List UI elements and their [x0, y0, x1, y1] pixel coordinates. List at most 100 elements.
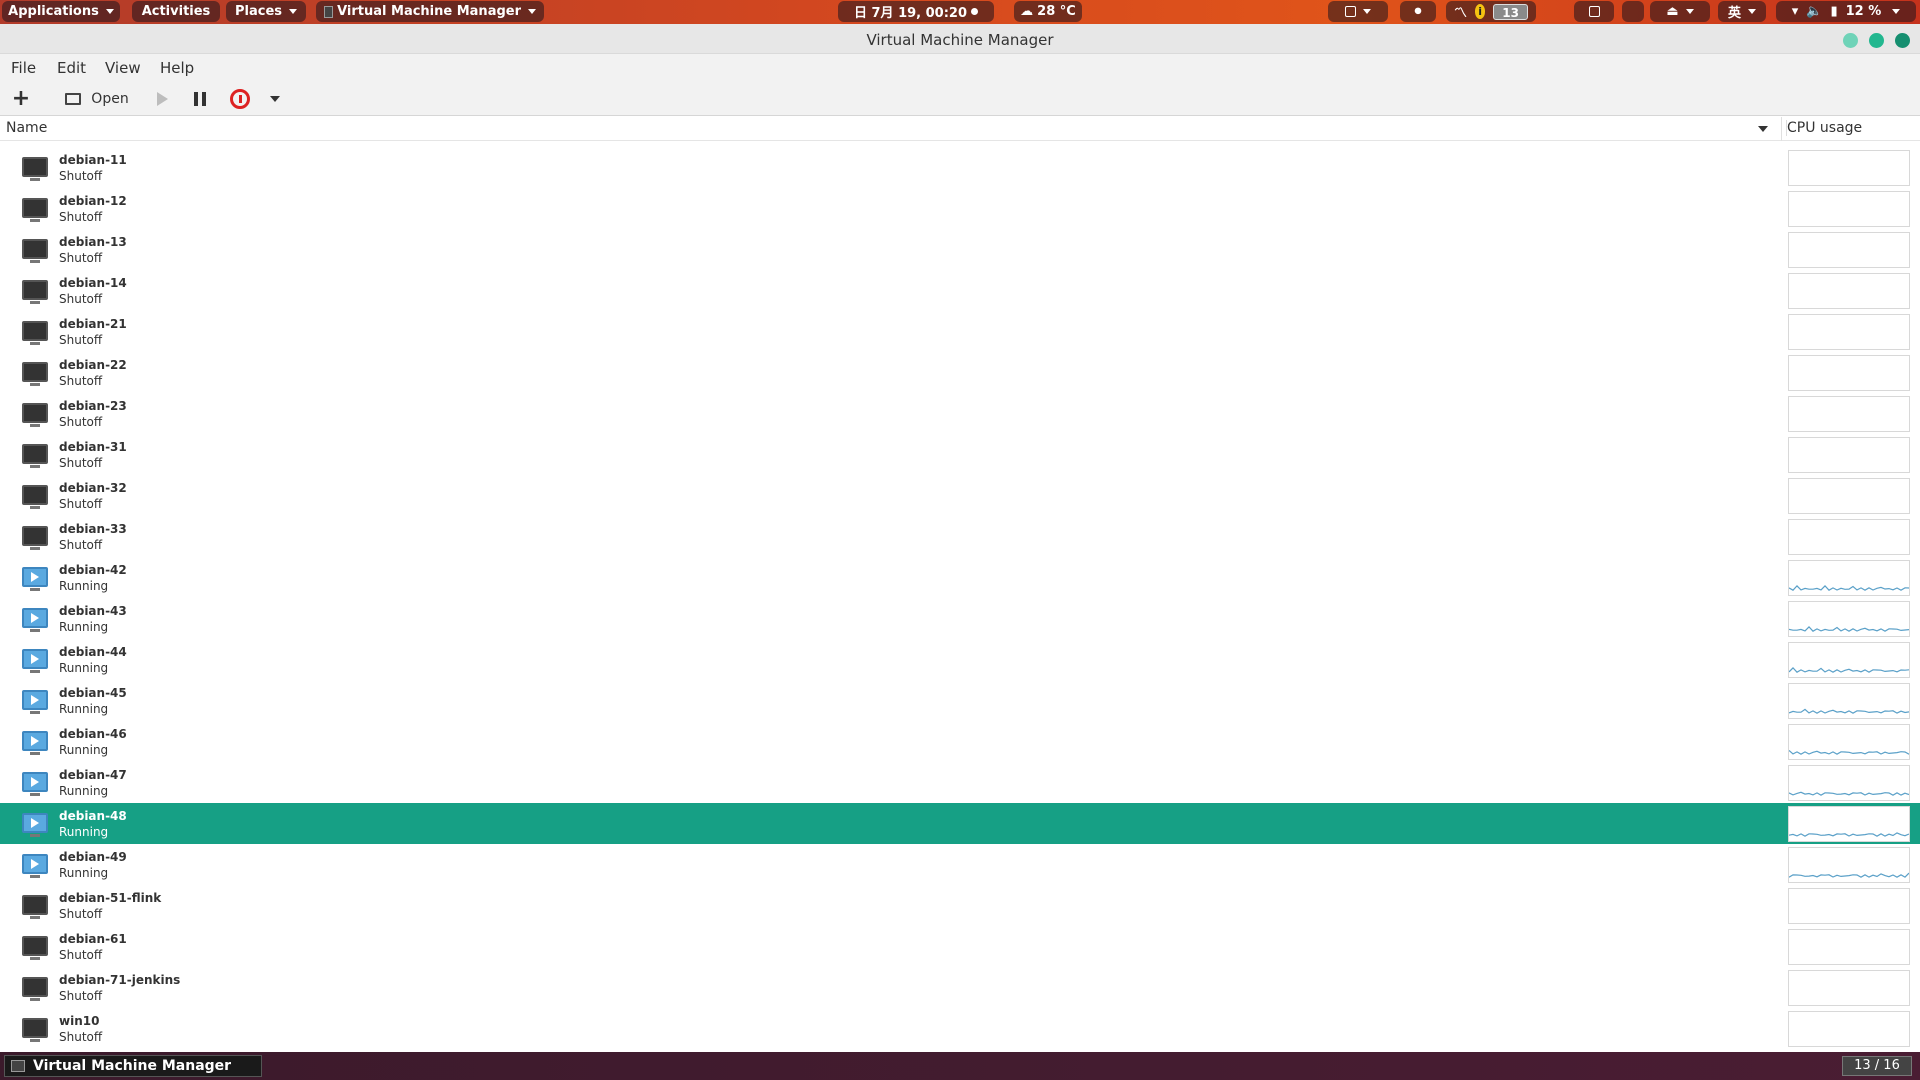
vm-name: debian-71-jenkins: [59, 973, 181, 987]
vm-shutoff-icon: [22, 895, 48, 915]
maximize-button[interactable]: [1869, 33, 1884, 48]
vm-row[interactable]: debian-31 Shutoff: [0, 434, 1920, 475]
vm-status: Running: [59, 702, 109, 716]
monitor-stand-icon: [30, 670, 40, 673]
chevron-down-icon: [1748, 9, 1756, 14]
vm-row[interactable]: debian-51-flink Shutoff: [0, 885, 1920, 926]
taskbar-window-button[interactable]: Virtual Machine Manager: [4, 1055, 262, 1077]
vm-row[interactable]: debian-43 Running: [0, 598, 1920, 639]
activities-button[interactable]: Activities: [132, 1, 220, 22]
vm-list: debian-11 Shutoff debian-12 Shutoff debian-1…: [0, 147, 1920, 1051]
system-status-menu[interactable]: ▾ 🔈 ▮ 12 %: [1776, 1, 1916, 22]
vm-row[interactable]: debian-14 Shutoff: [0, 270, 1920, 311]
menu-file[interactable]: File: [11, 59, 36, 77]
vm-row[interactable]: debian-21 Shutoff: [0, 311, 1920, 352]
bottom-taskbar: Virtual Machine Manager 13 / 16: [0, 1052, 1920, 1080]
vm-row[interactable]: debian-22 Shutoff: [0, 352, 1920, 393]
vm-row[interactable]: debian-46 Running: [0, 721, 1920, 762]
run-button[interactable]: [154, 88, 170, 110]
active-app-label: Virtual Machine Manager: [337, 4, 521, 19]
minimize-button[interactable]: [1843, 33, 1858, 48]
vm-row[interactable]: debian-11 Shutoff: [0, 147, 1920, 188]
play-icon: [156, 92, 168, 106]
vm-row[interactable]: debian-71-jenkins Shutoff: [0, 967, 1920, 1008]
clock[interactable]: 日 7月 19, 00:20: [838, 1, 994, 22]
vm-row[interactable]: debian-44 Running: [0, 639, 1920, 680]
weather-indicator[interactable]: ☁ 28 °C: [1014, 1, 1082, 22]
pause-button[interactable]: [192, 88, 208, 110]
plus-icon: +: [11, 86, 31, 111]
system-monitor-indicator[interactable]: 〽 i 13: [1446, 1, 1536, 22]
vm-shutoff-icon: [22, 239, 48, 259]
workspace-indicator[interactable]: 13 / 16: [1842, 1056, 1912, 1076]
vm-status: Running: [59, 825, 109, 839]
vm-name: debian-45: [59, 686, 127, 700]
vm-status: Shutoff: [59, 456, 103, 470]
monitor-stand-icon: [30, 547, 40, 550]
close-button[interactable]: [1895, 33, 1910, 48]
vm-name: debian-51-flink: [59, 891, 162, 905]
top-panel: Applications Activities Places Virtual M…: [0, 0, 1920, 24]
vm-shutoff-icon: [22, 485, 48, 505]
open-button[interactable]: Open: [62, 88, 132, 110]
screen-indicator[interactable]: [1328, 1, 1388, 22]
chevron-down-icon: [270, 96, 280, 102]
cpu-usage-graph: [1788, 560, 1910, 596]
vm-name: debian-21: [59, 317, 127, 331]
cpu-usage-graph: [1788, 601, 1910, 637]
vm-row[interactable]: debian-48 Running: [0, 803, 1920, 844]
vm-name: debian-47: [59, 768, 127, 782]
menu-help[interactable]: Help: [160, 59, 194, 77]
toolbar: + Open: [0, 82, 1920, 116]
screenshot-indicator[interactable]: [1574, 1, 1614, 22]
vm-row[interactable]: debian-61 Shutoff: [0, 926, 1920, 967]
vm-row[interactable]: debian-47 Running: [0, 762, 1920, 803]
vm-row[interactable]: debian-32 Shutoff: [0, 475, 1920, 516]
vm-row[interactable]: debian-45 Running: [0, 680, 1920, 721]
sort-down-icon[interactable]: [1758, 126, 1768, 132]
vm-row[interactable]: debian-42 Running: [0, 557, 1920, 598]
monitor-stand-icon: [30, 424, 40, 427]
vm-row[interactable]: debian-49 Running: [0, 844, 1920, 885]
window-titlebar[interactable]: Virtual Machine Manager: [0, 24, 1920, 54]
menubar: File Edit View Help: [0, 54, 1920, 82]
applications-menu[interactable]: Applications: [2, 1, 120, 22]
cpu-usage-line: [1789, 585, 1909, 591]
monitor-stand-icon: [30, 998, 40, 1001]
extra-indicator[interactable]: [1622, 1, 1644, 22]
taskbar-window-label: Virtual Machine Manager: [33, 1058, 232, 1074]
monitor-stand-icon: [30, 178, 40, 181]
column-cpu-header[interactable]: CPU usage: [1786, 120, 1862, 136]
vm-status: Shutoff: [59, 210, 103, 224]
vm-shutoff-icon: [22, 362, 48, 382]
open-label: Open: [91, 91, 129, 107]
shutdown-options-dropdown[interactable]: [268, 88, 282, 110]
vm-name: debian-11: [59, 153, 127, 167]
cpu-usage-graph: [1788, 396, 1910, 432]
vm-shutoff-icon: [22, 198, 48, 218]
vm-shutoff-icon: [22, 280, 48, 300]
record-indicator[interactable]: ⏺: [1400, 1, 1436, 22]
active-app-menu[interactable]: Virtual Machine Manager: [316, 1, 544, 22]
vm-row[interactable]: win10 Shutoff: [0, 1008, 1920, 1049]
menu-view[interactable]: View: [105, 59, 141, 77]
vm-row[interactable]: debian-12 Shutoff: [0, 188, 1920, 229]
shutdown-button[interactable]: [228, 88, 252, 110]
eject-indicator[interactable]: ⏏: [1650, 1, 1710, 22]
vm-row[interactable]: debian-33 Shutoff: [0, 516, 1920, 557]
volume-icon: 🔈: [1806, 4, 1823, 19]
vm-status: Shutoff: [59, 374, 103, 388]
workspace-badge: 13: [1493, 3, 1528, 20]
monitor-stand-icon: [30, 506, 40, 509]
places-menu[interactable]: Places: [226, 1, 306, 22]
input-method-indicator[interactable]: 英: [1718, 1, 1766, 22]
cpu-usage-graph: [1788, 314, 1910, 350]
column-name-header[interactable]: Name: [6, 120, 47, 136]
vm-row[interactable]: debian-23 Shutoff: [0, 393, 1920, 434]
vm-status: Shutoff: [59, 1030, 103, 1044]
column-divider[interactable]: [1781, 117, 1782, 141]
vm-name: debian-61: [59, 932, 127, 946]
vm-row[interactable]: debian-13 Shutoff: [0, 229, 1920, 270]
menu-edit[interactable]: Edit: [57, 59, 86, 77]
new-vm-button[interactable]: +: [10, 88, 32, 110]
